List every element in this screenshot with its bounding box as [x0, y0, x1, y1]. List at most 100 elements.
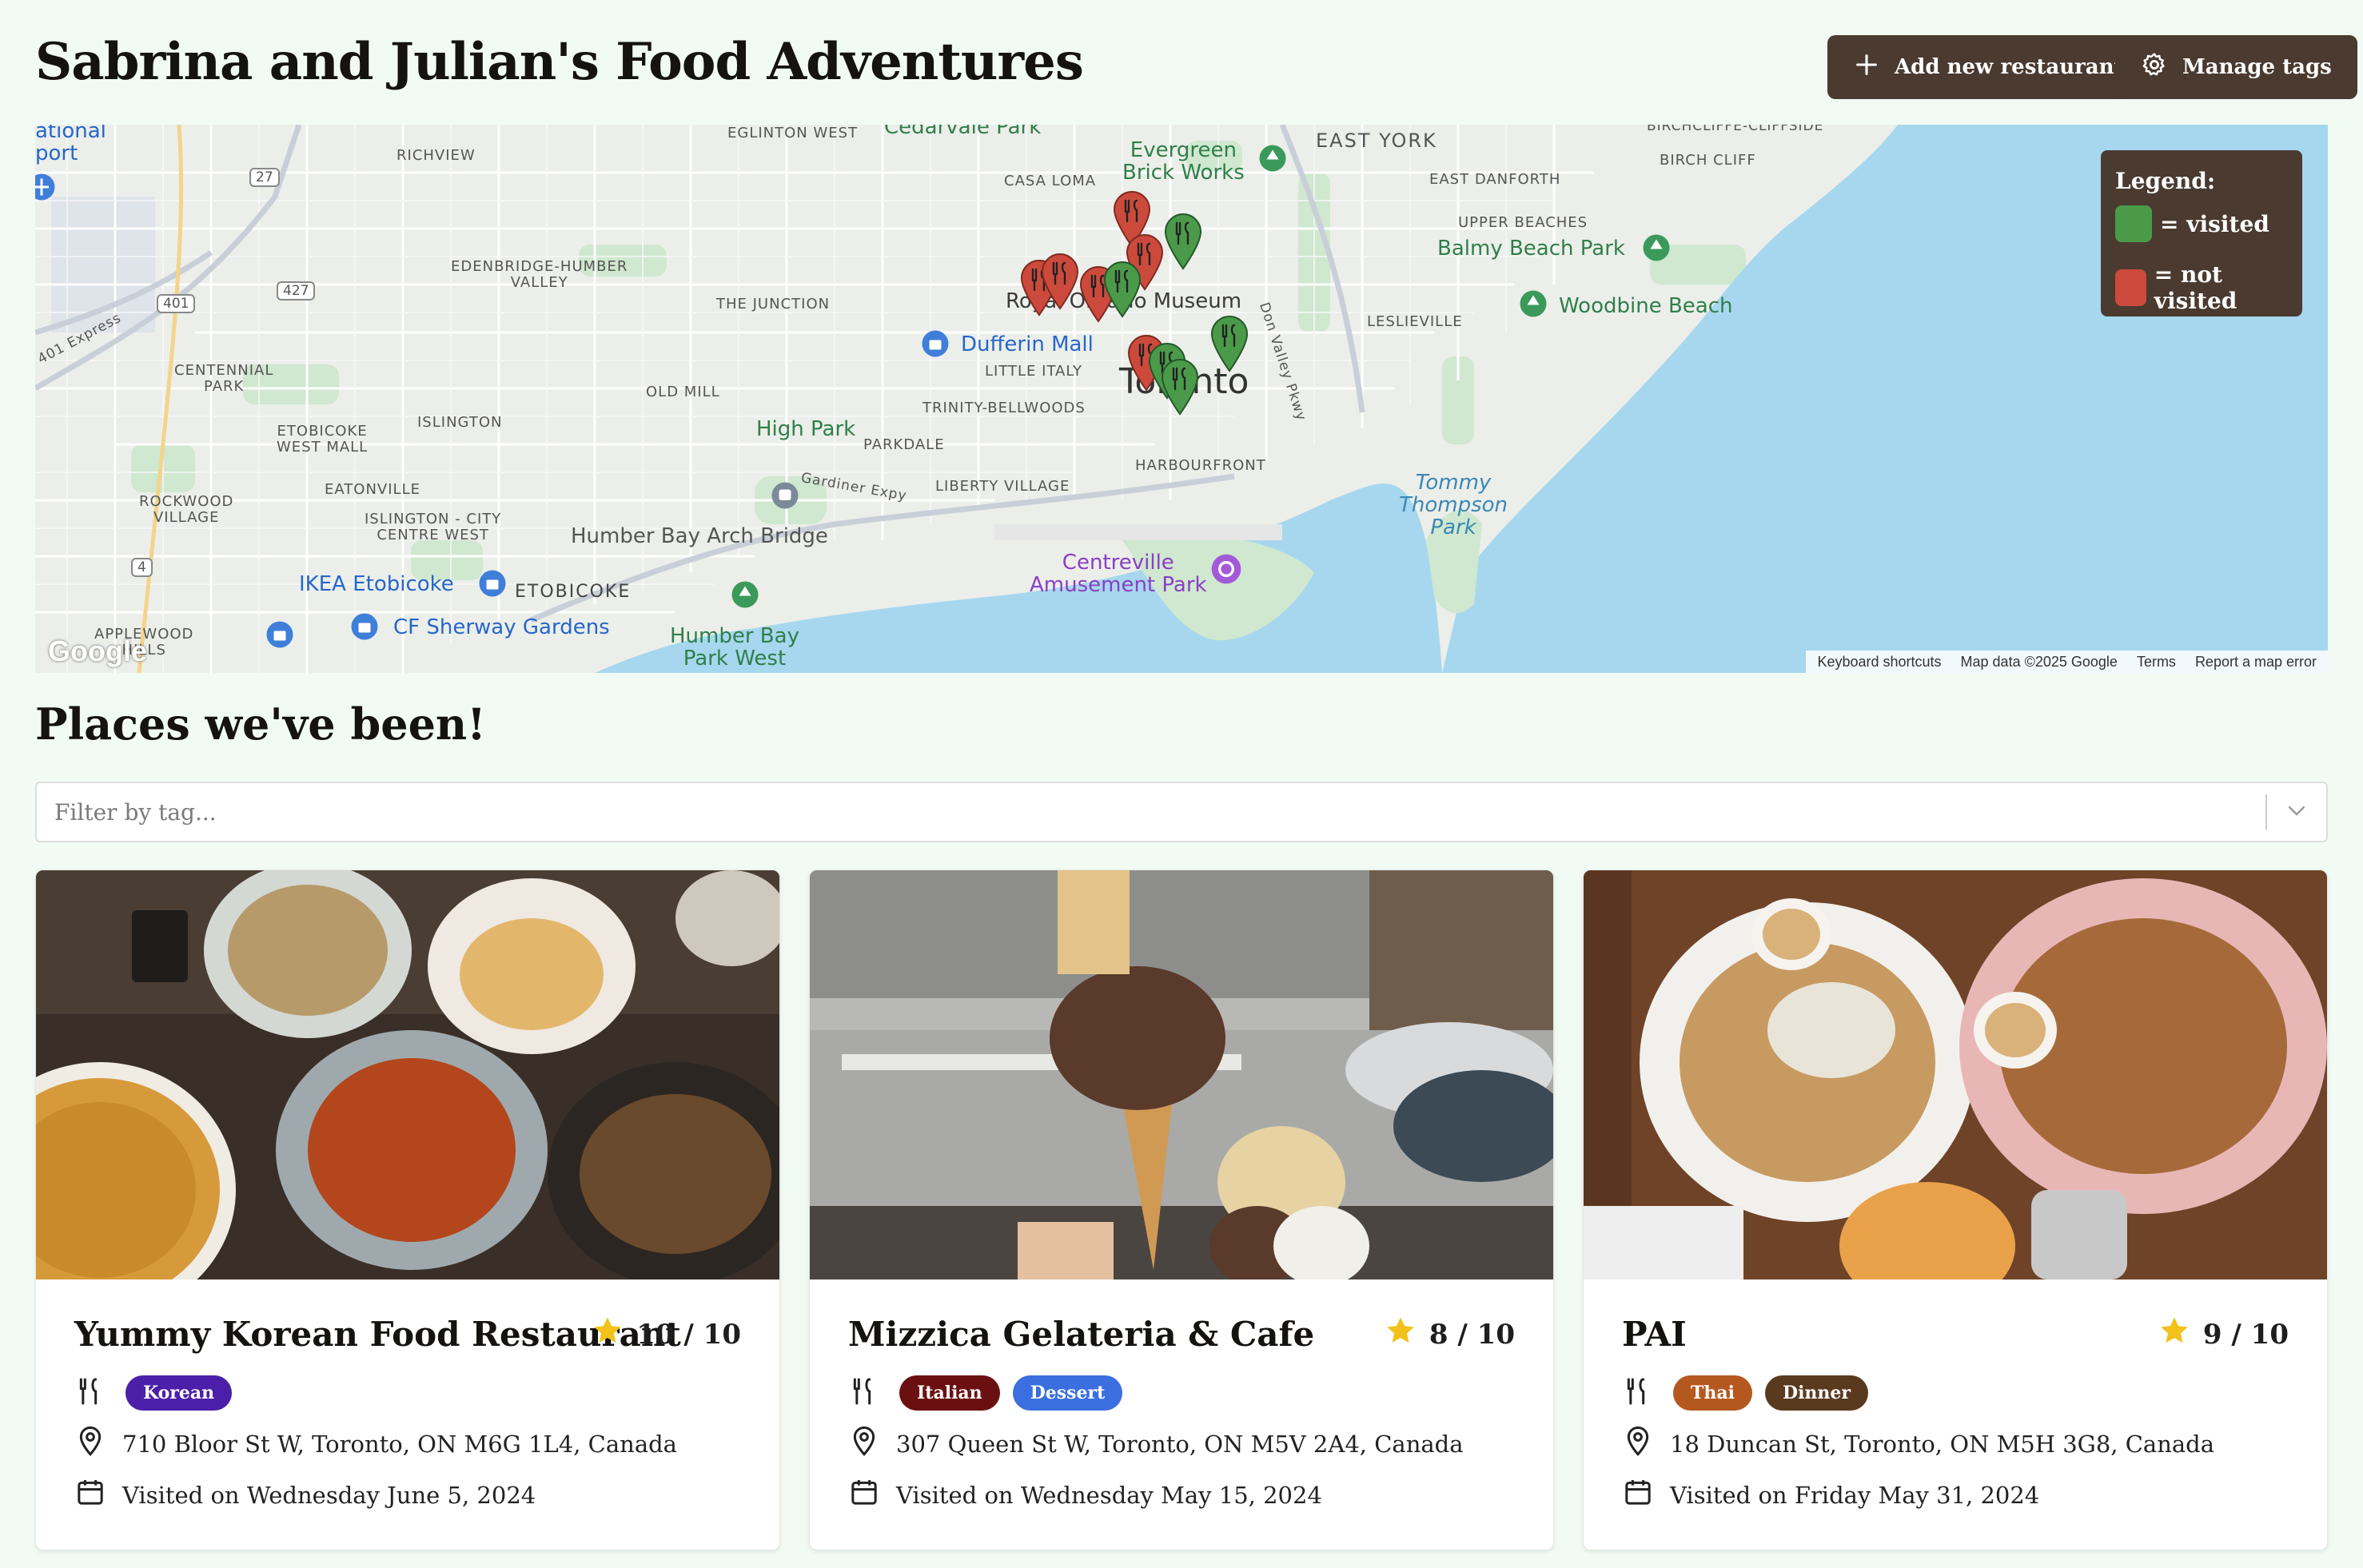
tag-thai[interactable]: Thai: [1673, 1375, 1752, 1411]
legend-visited-label: = visited: [2160, 210, 2269, 237]
map-label-casa-loma: CASA LOMA: [1004, 173, 1097, 189]
map-label-ikea: IKEA Etobicoke: [299, 572, 454, 596]
map-label-centennial: CENTENNIAL PARK: [174, 362, 274, 395]
shopping-poi-icon[interactable]: [350, 612, 379, 644]
map-label-harbourfront: HARBOURFRONT: [1135, 457, 1266, 474]
map-label-eglinton-west: EGLINTON WEST: [727, 125, 859, 141]
map-label-birchcliffe: BIRCHCLIFFE-CLIFFSIDE: [1647, 125, 1824, 134]
star-icon: [2158, 1315, 2190, 1354]
park-poi-icon[interactable]: [1519, 289, 1548, 321]
map-label-junction: THE JUNCTION: [716, 296, 831, 312]
report-error-link[interactable]: Report a map error: [2195, 654, 2317, 671]
restaurant-name: Mizzica Gelateria & Cafe: [848, 1315, 1315, 1354]
map-label-tommy-thompson: Tommy Thompson Park: [1399, 471, 1508, 539]
star-icon: [1385, 1315, 1417, 1354]
map-label-cedarvale: Cedarvale Park: [884, 125, 1042, 139]
utensils-icon: [848, 1375, 887, 1411]
manage-tags-button[interactable]: Manage tags: [2115, 35, 2357, 99]
address-text: 307 Queen St W, Toronto, ON M5V 2A4, Can…: [896, 1430, 1464, 1458]
map-label-east-danforth: EAST DANFORTH: [1429, 171, 1561, 188]
location-pin-icon: [1622, 1425, 1654, 1463]
rating-value: 10 / 10: [636, 1318, 741, 1351]
page: Sabrina and Julian's Food Adventures Add…: [0, 0, 2363, 1568]
keyboard-shortcuts-link[interactable]: Keyboard shortcuts: [1817, 654, 1941, 671]
visit-date-text: Visited on Wednesday May 15, 2024: [896, 1481, 1322, 1509]
address-text: 18 Duncan St, Toronto, ON M5H 3G8, Canad…: [1670, 1430, 2215, 1458]
legend-visited-swatch: [2115, 205, 2152, 242]
map-label-dufferin: Dufferin Mall: [961, 332, 1094, 356]
map-data-text: Map data ©2025 Google: [1960, 653, 2118, 670]
add-restaurant-label: Add new restaurant: [1895, 55, 2124, 79]
airport-poi-icon[interactable]: [35, 173, 56, 205]
transit-poi-icon[interactable]: [771, 481, 799, 513]
map-label-richview: RICHVIEW: [396, 147, 476, 164]
tag-filter[interactable]: [35, 782, 2328, 842]
highway-shield-427: 427: [277, 281, 316, 300]
legend-visited: = visited: [2115, 205, 2288, 242]
tag-dessert[interactable]: Dessert: [1012, 1375, 1123, 1411]
tag-dinner[interactable]: Dinner: [1764, 1375, 1868, 1411]
section-title: Places we've been!: [35, 698, 486, 750]
shopping-poi-icon[interactable]: [921, 329, 950, 361]
map-label-etobicoke: ETOBICOKE: [515, 582, 632, 602]
map-pin[interactable]: [1041, 253, 1079, 310]
park-poi-icon[interactable]: [1642, 233, 1671, 265]
tag-list: Korean: [74, 1375, 233, 1411]
tag-filter-input[interactable]: [54, 798, 2248, 826]
tag-italian[interactable]: Italian: [899, 1375, 1000, 1411]
restaurant-card[interactable]: Yummy Korean Food Restaurant 10 / 10 Kor…: [35, 870, 780, 1550]
restaurant-card[interactable]: PAI 9 / 10 Thai Dinner 18 Duncan St, Tor…: [1583, 870, 2328, 1550]
park-poi-icon[interactable]: [731, 580, 759, 612]
restaurant-photo: [810, 870, 1553, 1286]
legend-not-visited: = not visited: [2115, 261, 2288, 314]
calendar-icon: [848, 1476, 880, 1514]
restaurant-visit-date: Visited on Wednesday June 5, 2024: [74, 1476, 536, 1514]
tag-korean[interactable]: Korean: [126, 1375, 233, 1411]
map-label-little-italy: LITTLE ITALY: [985, 363, 1082, 380]
map-label-humber-bay: Humber Bay Park West: [670, 624, 799, 671]
google-logo: Google: [48, 635, 147, 667]
map-legend: Legend: = visited = not visited: [2101, 150, 2302, 316]
restaurant-visit-date: Visited on Wednesday May 15, 2024: [848, 1476, 1322, 1514]
map-label-islington-city: ISLINGTON - CITY CENTRE WEST: [365, 511, 502, 543]
map-label-balmy-beach: Balmy Beach Park: [1437, 237, 1625, 261]
tag-list: Thai Dinner: [1622, 1375, 1868, 1411]
restaurant-map[interactable]: ational port RICHVIEW EGLINTON WEST Ceda…: [35, 125, 2328, 673]
restaurant-rating: 10 / 10: [592, 1315, 741, 1354]
map-label-east-york: EAST YORK: [1316, 129, 1437, 152]
chevron-down-icon[interactable]: [2285, 798, 2309, 826]
map-pin[interactable]: [1161, 358, 1199, 416]
map-pin[interactable]: [1210, 315, 1249, 372]
map-label-evergreen: Evergreen Brick Works: [1122, 138, 1245, 185]
shopping-poi-icon[interactable]: [265, 620, 294, 652]
add-restaurant-button[interactable]: Add new restaurant: [1827, 35, 2150, 99]
legend-not-visited-label: = not visited: [2154, 261, 2237, 314]
map-label-woodbine: Woodbine Beach: [1559, 294, 1733, 318]
manage-tags-label: Manage tags: [2182, 55, 2332, 79]
map-label-old-mill: OLD MILL: [646, 384, 720, 400]
visit-date-text: Visited on Wednesday June 5, 2024: [122, 1481, 536, 1509]
calendar-icon: [74, 1476, 106, 1514]
legend-title: Legend:: [2115, 168, 2216, 194]
amusement-poi-icon[interactable]: [1210, 553, 1242, 588]
park-poi-icon[interactable]: [1258, 144, 1287, 176]
legend-not-visited-swatch: [2115, 269, 2146, 306]
restaurant-card[interactable]: Mizzica Gelateria & Cafe 8 / 10 Italian …: [809, 870, 1554, 1550]
map-label-eatonville: EATONVILLE: [325, 481, 420, 498]
visit-date-text: Visited on Friday May 31, 2024: [1670, 1481, 2040, 1509]
location-pin-icon: [848, 1425, 880, 1463]
map-label-islington: ISLINGTON: [417, 414, 503, 431]
shopping-poi-icon[interactable]: [478, 569, 507, 601]
highway-shield-4: 4: [131, 558, 153, 577]
utensils-icon: [74, 1375, 113, 1411]
map-label-humber-arch: Humber Bay Arch Bridge: [571, 524, 828, 548]
plus-icon: [1853, 51, 1880, 84]
address-text: 710 Bloor St W, Toronto, ON M6G 1L4, Can…: [122, 1430, 677, 1458]
tag-list: Italian Dessert: [848, 1375, 1123, 1411]
restaurant-rating: 9 / 10: [2158, 1315, 2289, 1354]
restaurant-address: 307 Queen St W, Toronto, ON M5V 2A4, Can…: [848, 1425, 1464, 1463]
terms-link[interactable]: Terms: [2137, 654, 2176, 671]
map-pin[interactable]: [1164, 213, 1202, 270]
map-attribution: Keyboard shortcuts Map data ©2025 Google…: [1806, 651, 2328, 673]
map-pin[interactable]: [1103, 261, 1142, 318]
